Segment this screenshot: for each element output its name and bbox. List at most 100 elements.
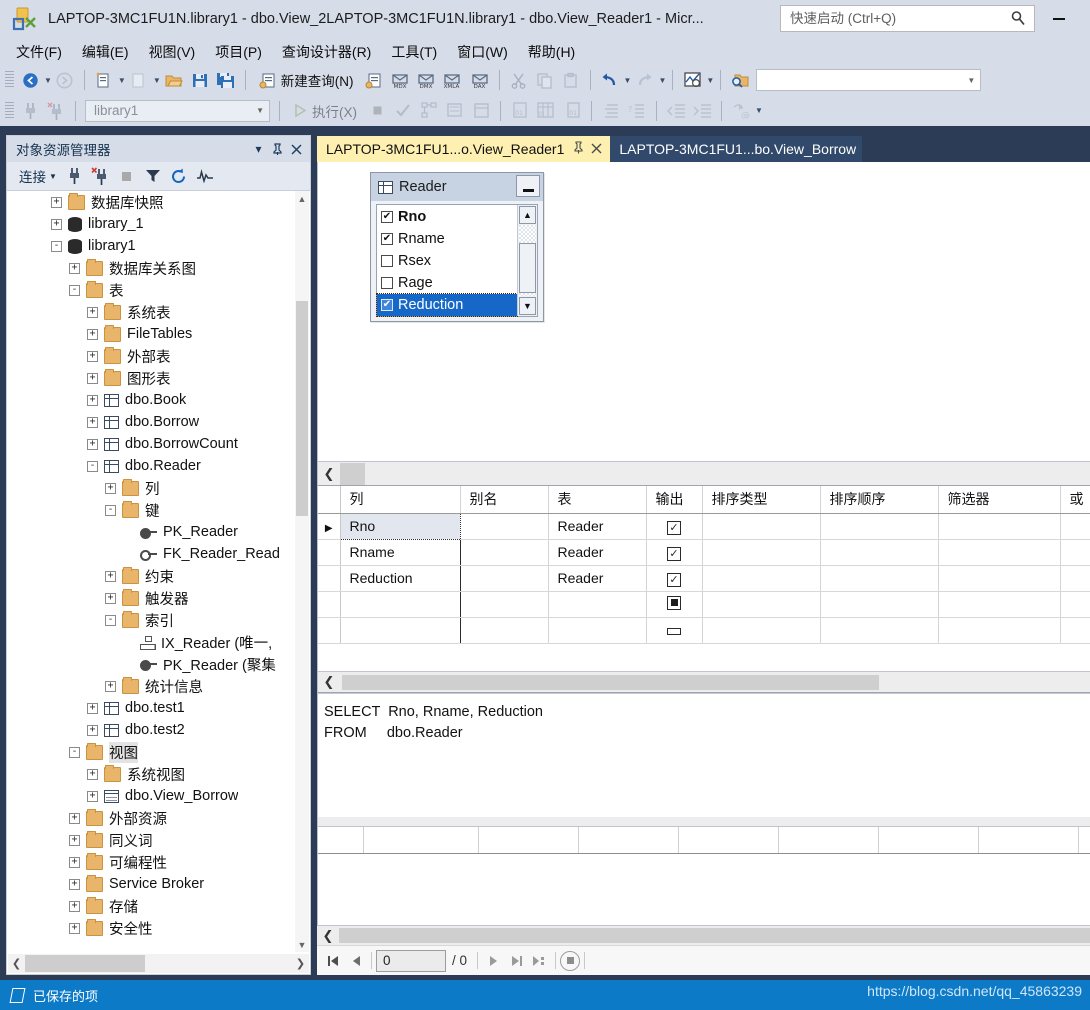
tree-expander[interactable]: + [105,570,116,582]
menu-item-project[interactable]: 项目(P) [205,39,272,65]
horizontal-scroll-thumb[interactable] [342,674,879,690]
tree-node[interactable]: + 外部表 [7,345,296,367]
results-cell[interactable] [318,827,364,854]
previous-record-button[interactable] [344,949,367,973]
output-checkbox[interactable]: ✓ [667,546,681,561]
paste-button[interactable] [559,68,583,92]
new-analysis-query-button[interactable] [362,68,386,92]
criteria-column-header[interactable]: 筛选器 [938,486,1061,514]
results-cell[interactable] [578,827,679,854]
scroll-left-arrow-icon[interactable]: ❮ [318,674,340,690]
tree-node[interactable]: -键 [7,499,296,521]
cell-table[interactable]: Reader [548,513,647,540]
overflow-chevron-icon[interactable]: ▼ [755,106,763,115]
first-record-button[interactable] [321,949,344,973]
tree-node[interactable]: + 图形表 [7,367,296,389]
new-project-button[interactable] [92,68,116,92]
tree-node[interactable]: + library_1 [7,213,296,235]
cell-or[interactable] [1060,565,1090,592]
cell-alias[interactable] [460,513,549,540]
vertical-scroll-thumb[interactable] [296,301,308,516]
cell-sort-type[interactable] [702,565,821,592]
tree-expander[interactable]: + [87,790,98,802]
tab-view-reader1[interactable]: LAPTOP-3MC1FU1...o.View_Reader1 [317,136,611,162]
scroll-down-arrow-icon[interactable]: ▼ [519,297,536,315]
tree-node[interactable]: + 系统视图 [7,763,296,785]
cell-sort-type[interactable] [702,539,821,566]
disconnect-button[interactable] [44,99,68,123]
stop-loading-button[interactable] [560,950,581,971]
activity-monitor-button[interactable] [680,68,704,92]
refresh-icon[interactable] [167,165,191,187]
diagram-table-header[interactable]: Reader [371,173,543,201]
tree-node[interactable]: PK_Reader [7,521,296,543]
tree-expander[interactable]: - [105,614,116,626]
specify-values-template-button[interactable]: @ [729,99,753,123]
row-selector[interactable] [318,565,341,592]
tree-expander[interactable]: + [69,262,80,274]
criteria-column-header[interactable]: 表 [548,486,647,514]
results-cell[interactable] [478,827,579,854]
comment-lines-button[interactable] [599,99,623,123]
tree-expander[interactable]: + [87,306,98,318]
tree-expander[interactable]: + [105,680,116,692]
tree-expander[interactable]: + [87,724,98,736]
row-selector[interactable]: ▶ [318,513,341,540]
new-record-button[interactable] [528,949,551,973]
tree-expander[interactable]: + [69,812,80,824]
tree-node[interactable]: + dbo.test1 [7,697,296,719]
find-in-files-button[interactable] [728,68,752,92]
tree-node[interactable]: + 存储 [7,895,296,917]
chevron-down-icon[interactable]: ▼ [706,76,714,85]
cut-button[interactable] [507,68,531,92]
criteria-splitter[interactable]: ❮ [318,462,1090,486]
tree-node[interactable]: + 外部资源 [7,807,296,829]
tree-node[interactable]: - 视图 [7,741,296,763]
scroll-right-arrow-icon[interactable]: ❯ [292,957,309,970]
results-to-text-button[interactable]: 01 [508,99,532,123]
horizontal-scroll-thumb[interactable] [25,955,145,972]
quick-launch-input[interactable] [788,10,1003,27]
find-combo[interactable]: ▼ [756,69,982,91]
menu-item-query-designer[interactable]: 查询设计器(R) [272,39,381,65]
object-explorer-vertical-scrollbar[interactable]: ▲ ▼ [295,191,309,952]
cell-alias[interactable] [460,565,549,592]
criteria-row[interactable]: Reduction Reader ✓ [318,565,1090,592]
criteria-horizontal-scrollbar[interactable]: ❮ [318,671,1090,693]
criteria-row[interactable] [318,617,1090,644]
tree-node[interactable]: - library1 [7,235,296,257]
column-checkbox[interactable]: ✔ [381,299,393,311]
cell-output[interactable] [646,617,703,644]
criteria-column-header[interactable]: 或 [1060,486,1090,514]
object-explorer-tree[interactable]: + 数据库快照 + library_1- library1 + 数据库关系图 - 表 + 系统表 + F… [7,191,310,952]
tree-expander[interactable]: + [87,372,98,384]
new-query-button[interactable]: 新建查询(N) [253,68,360,92]
execute-button[interactable]: 执行(X) [287,99,363,123]
cell-table[interactable]: Reader [548,539,647,566]
tree-node[interactable]: - dbo.Reader [7,455,296,477]
tree-expander[interactable]: + [87,438,98,450]
cell-sort-order[interactable] [820,513,939,540]
tree-expander[interactable]: + [87,394,98,406]
open-file-button[interactable] [162,68,186,92]
cell-or[interactable] [1060,513,1090,540]
row-selector[interactable] [318,591,341,618]
next-record-button[interactable] [482,949,505,973]
tree-node[interactable]: + 触发器 [7,587,296,609]
cell-output[interactable]: ✓ [646,565,703,592]
cell-sort-order[interactable] [820,539,939,566]
tree-node[interactable]: + 数据库关系图 [7,257,296,279]
chevron-down-icon[interactable]: ▼ [658,76,666,85]
tree-node[interactable]: + dbo.test2 [7,719,296,741]
sql-text[interactable]: SELECT Rno, Rname, Reduction FROM dbo.Re… [318,694,1090,744]
minimize-icon[interactable] [516,175,540,197]
include-actual-plan-button[interactable] [443,99,467,123]
diagram-column-row[interactable]: Rage [377,272,517,294]
tree-node[interactable]: + 数据库快照 [7,191,296,213]
cell-output[interactable]: ✓ [646,513,703,540]
tree-expander[interactable]: + [105,592,116,604]
tree-expander[interactable]: + [87,768,98,780]
criteria-pane[interactable]: 列别名表输出 排序类型 排序顺序 筛选器或 ▶ Rno Reader ✓ Rname Reade… [318,486,1090,671]
tree-node[interactable]: + 统计信息 [7,675,296,697]
criteria-column-header[interactable]: 输出 [646,486,703,514]
